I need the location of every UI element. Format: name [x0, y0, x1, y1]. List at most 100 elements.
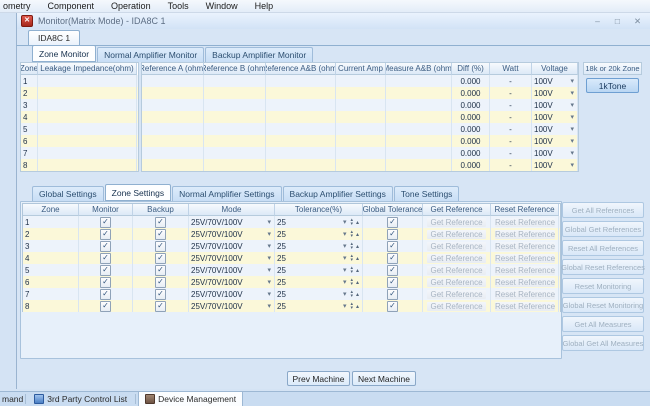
dropdown-icon[interactable]: ▾ [570, 101, 575, 109]
dropdown-icon[interactable]: ▾ [343, 302, 348, 310]
mode-cell[interactable]: 25V/70V/100V▾ [189, 228, 275, 240]
dropdown-icon[interactable]: ▾ [570, 89, 575, 97]
reset-reference-button[interactable]: Reset Reference [495, 242, 555, 251]
global-tolerance-checkbox[interactable]: ✓ [387, 241, 398, 252]
voltage-cell[interactable]: 100V▾ [532, 99, 578, 111]
spin-down-icon[interactable]: ▾ [350, 258, 353, 262]
monitor-checkbox[interactable]: ✓ [100, 289, 111, 300]
tolerance-cell[interactable]: 25▾▴▾▴ [275, 240, 363, 252]
dropdown-icon[interactable]: ▾ [267, 302, 272, 310]
dropdown-icon[interactable]: ▾ [343, 254, 348, 262]
minimize-button[interactable]: – [592, 16, 603, 27]
menu-item-help[interactable]: Help [253, 1, 276, 11]
mode-cell[interactable]: 25V/70V/100V▾ [189, 216, 275, 228]
dropdown-icon[interactable]: ▾ [343, 218, 348, 226]
menu-item-operation[interactable]: Operation [109, 1, 153, 11]
spin-down-icon[interactable]: ▾ [350, 246, 353, 250]
voltage-cell[interactable]: 100V▾ [532, 135, 578, 147]
mode-cell[interactable]: 25V/70V/100V▾ [189, 240, 275, 252]
tab-normal-amplifier-settings[interactable]: Normal Amplifier Settings [172, 186, 281, 201]
tab-zone-monitor[interactable]: Zone Monitor [32, 45, 96, 62]
backup-checkbox[interactable]: ✓ [155, 289, 166, 300]
dropdown-icon[interactable]: ▾ [267, 242, 272, 250]
tab-backup-amplifier-monitor[interactable]: Backup Amplifier Monitor [205, 47, 313, 62]
prev-machine-button[interactable]: Prev Machine [287, 371, 350, 386]
monitor-checkbox[interactable]: ✓ [100, 241, 111, 252]
dropdown-icon[interactable]: ▾ [343, 290, 348, 298]
get-reference-button[interactable]: Get Reference [427, 230, 486, 239]
dropdown-icon[interactable]: ▾ [570, 77, 575, 85]
backup-checkbox[interactable]: ✓ [155, 217, 166, 228]
tab-backup-amplifier-settings[interactable]: Backup Amplifier Settings [283, 186, 393, 201]
get-reference-button[interactable]: Get Reference [427, 290, 486, 299]
tolerance-cell[interactable]: 25▾▴▾▴ [275, 288, 363, 300]
maximize-button[interactable]: □ [612, 16, 623, 27]
dropdown-icon[interactable]: ▾ [267, 230, 272, 238]
tolerance-cell[interactable]: 25▾▴▾▴ [275, 216, 363, 228]
mode-cell[interactable]: 25V/70V/100V▾ [189, 288, 275, 300]
dock-tab-device-management[interactable]: Device Management [138, 392, 243, 406]
dropdown-icon[interactable]: ▾ [570, 161, 575, 169]
tolerance-cell[interactable]: 25▾▴▾▴ [275, 276, 363, 288]
spin-up-icon[interactable]: ▴ [356, 267, 359, 274]
backup-checkbox[interactable]: ✓ [155, 265, 166, 276]
tolerance-cell[interactable]: 25▾▴▾▴ [275, 264, 363, 276]
global-get-all-measures-button[interactable]: Global Get All Measures [562, 335, 644, 351]
dropdown-icon[interactable]: ▾ [570, 149, 575, 157]
global-tolerance-checkbox[interactable]: ✓ [387, 229, 398, 240]
menu-item-window[interactable]: Window [204, 1, 240, 11]
tab-normal-amplifier-monitor[interactable]: Normal Amplifier Monitor [97, 47, 204, 62]
get-all-references-button[interactable]: Get All References [562, 202, 644, 218]
dropdown-icon[interactable]: ▾ [267, 218, 272, 226]
get-reference-button[interactable]: Get Reference [427, 242, 486, 251]
mode-cell[interactable]: 25V/70V/100V▾ [189, 300, 275, 312]
menu-item-component[interactable]: Component [46, 1, 97, 11]
get-all-measures-button[interactable]: Get All Measures [562, 316, 644, 332]
global-tolerance-checkbox[interactable]: ✓ [387, 253, 398, 264]
reset-reference-button[interactable]: Reset Reference [495, 278, 555, 287]
monitor-checkbox[interactable]: ✓ [100, 265, 111, 276]
tab-tone-settings[interactable]: Tone Settings [394, 186, 460, 201]
dropdown-icon[interactable]: ▾ [570, 113, 575, 121]
dropdown-icon[interactable]: ▾ [267, 278, 272, 286]
monitor-checkbox[interactable]: ✓ [100, 217, 111, 228]
spin-up-icon[interactable]: ▴ [356, 231, 359, 238]
dropdown-icon[interactable]: ▾ [267, 266, 272, 274]
monitor-checkbox[interactable]: ✓ [100, 229, 111, 240]
global-get-references-button[interactable]: Global Get References [562, 221, 644, 237]
reset-monitoring-button[interactable]: Reset Monitoring [562, 278, 644, 294]
backup-checkbox[interactable]: ✓ [155, 241, 166, 252]
dropdown-icon[interactable]: ▾ [267, 254, 272, 262]
backup-checkbox[interactable]: ✓ [155, 253, 166, 264]
spin-up-icon[interactable]: ▴ [356, 255, 359, 262]
tolerance-cell[interactable]: 25▾▴▾▴ [275, 228, 363, 240]
dropdown-icon[interactable]: ▾ [570, 137, 575, 145]
tolerance-cell[interactable]: 25▾▴▾▴ [275, 300, 363, 312]
get-reference-button[interactable]: Get Reference [427, 278, 486, 287]
dropdown-icon[interactable]: ▾ [343, 230, 348, 238]
spin-up-icon[interactable]: ▴ [356, 243, 359, 250]
global-reset-references-button[interactable]: Global Reset References [562, 259, 644, 275]
document-tab-ida8c1[interactable]: IDA8C 1 [28, 30, 80, 45]
menu-item-geometry[interactable]: ometry [1, 1, 33, 11]
reset-reference-button[interactable]: Reset Reference [495, 290, 555, 299]
spin-down-icon[interactable]: ▾ [350, 270, 353, 274]
dock-tab-3rd-party-control-list[interactable]: 3rd Party Control List [28, 392, 133, 406]
global-tolerance-checkbox[interactable]: ✓ [387, 265, 398, 276]
global-reset-monitoring-button[interactable]: Global Reset Monitoring [562, 297, 644, 313]
voltage-cell[interactable]: 100V▾ [532, 123, 578, 135]
spin-up-icon[interactable]: ▴ [356, 219, 359, 226]
reset-reference-button[interactable]: Reset Reference [495, 230, 555, 239]
voltage-cell[interactable]: 100V▾ [532, 75, 578, 87]
mode-cell[interactable]: 25V/70V/100V▾ [189, 276, 275, 288]
menu-item-tools[interactable]: Tools [166, 1, 191, 11]
monitor-checkbox[interactable]: ✓ [100, 301, 111, 312]
global-tolerance-checkbox[interactable]: ✓ [387, 217, 398, 228]
voltage-cell[interactable]: 100V▾ [532, 87, 578, 99]
reset-reference-button[interactable]: Reset Reference [495, 302, 555, 311]
backup-checkbox[interactable]: ✓ [155, 229, 166, 240]
global-tolerance-checkbox[interactable]: ✓ [387, 301, 398, 312]
voltage-cell[interactable]: 100V▾ [532, 147, 578, 159]
get-reference-button[interactable]: Get Reference [427, 302, 486, 311]
monitor-checkbox[interactable]: ✓ [100, 253, 111, 264]
